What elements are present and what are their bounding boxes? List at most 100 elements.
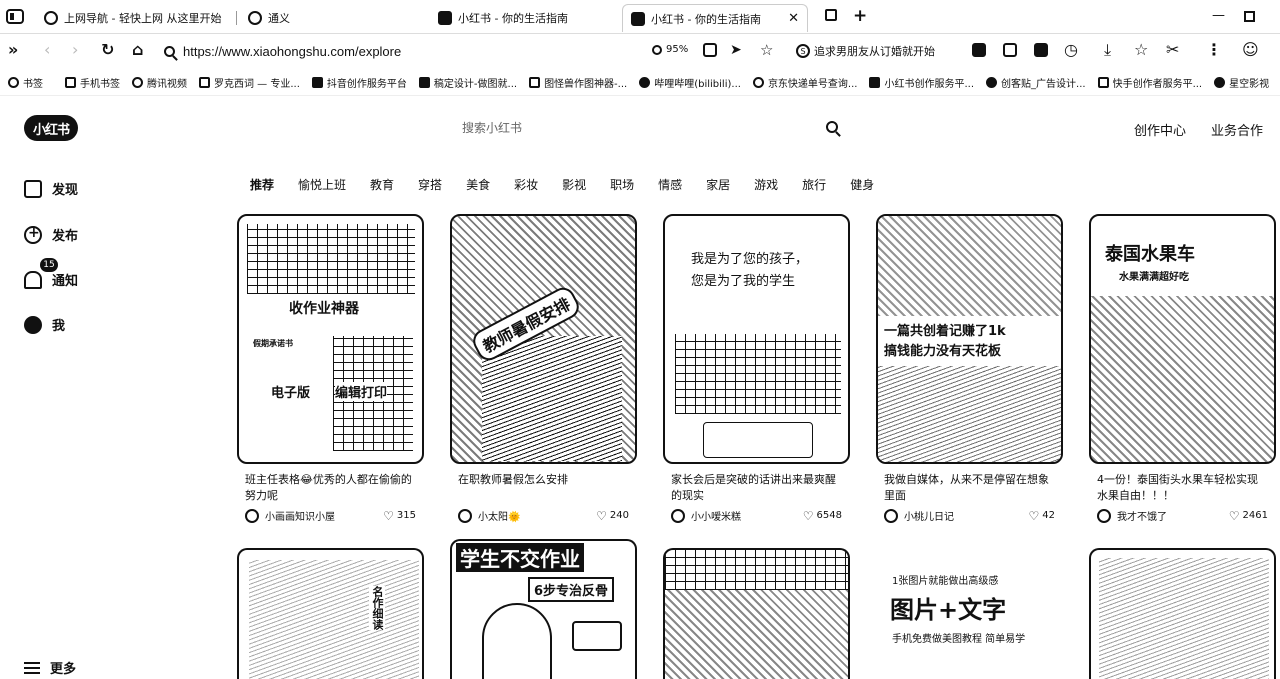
like-heart-icon[interactable]: ♡ [1229,509,1240,523]
search-input[interactable] [450,121,810,135]
new-tab-icon[interactable]: + [853,6,867,26]
extension-icon[interactable] [972,43,986,57]
note-card[interactable] [1089,548,1276,679]
note-card[interactable]: 收作业神器 假期承诺书 电子版 编辑打印 班主任表格😂优秀的人都在偷偷的努力呢 … [237,214,424,523]
favorite-star-icon[interactable]: ☆ [760,40,773,60]
bookmark-item[interactable]: 书签 [8,75,43,90]
channel-tab[interactable]: 美食 [466,176,490,193]
url-field[interactable]: https://www.xiaohongshu.com/explore [158,39,628,63]
bookmark-item[interactable]: 抖音创作服务平台 [311,75,407,90]
note-title[interactable]: 家长会后是突破的话讲出来最爽醒的现实 [663,472,850,504]
note-card[interactable]: 学生不交作业 6步专治反骨 [450,539,637,679]
note-cover-image[interactable] [663,548,850,679]
channel-tab[interactable]: 教育 [370,176,394,193]
note-cover-image[interactable]: 学生不交作业 6步专治反骨 [450,539,637,679]
download-icon[interactable]: ⤓ [1104,40,1111,60]
profile-sync-icon[interactable]: ☺ [1242,40,1259,60]
channel-tab[interactable]: 情感 [658,176,682,193]
note-card[interactable]: 我是为了您的孩子， 您是为了我的学生 家长会后是突破的话讲出来最爽醒的现实 小小… [663,214,850,523]
window-menu-icon[interactable] [6,9,24,24]
note-card[interactable]: 一篇共创着记赚了1k 搞钱能力没有天花板 我做自媒体，从来不是停留在想象里面 小… [876,214,1063,523]
note-cover-image[interactable]: 收作业神器 假期承诺书 电子版 编辑打印 [237,214,424,464]
note-cover-image[interactable]: 1张图片就能做出高级感 图片+文字 手机免费做美图教程 简单易学 [876,548,1063,679]
share-icon[interactable]: ➤ [730,40,742,60]
bookmark-item[interactable]: 哔哩哔哩(bilibili)... [639,75,741,90]
browser-tab-active[interactable]: 小红书 - 你的生活指南 ✕ [622,4,808,32]
close-tab-icon[interactable]: ✕ [788,11,799,26]
author-avatar[interactable] [245,508,259,523]
reload-icon[interactable]: ↻ [101,40,114,60]
like-heart-icon[interactable]: ♡ [383,509,394,523]
minimize-icon[interactable]: — [1212,8,1225,23]
note-title[interactable]: 我做自媒体，从来不是停留在想象里面 [876,472,1063,504]
history-icon[interactable]: ◷ [1064,40,1078,60]
bookmark-item[interactable]: 创客贴_广告设计... [986,75,1086,90]
bookmark-item[interactable]: 星空影视 [1214,75,1269,90]
translate-icon[interactable] [1003,43,1017,57]
bookmark-item[interactable]: 京东快递单号查询... [752,75,857,90]
author-name[interactable]: 小小嗳米糕 [691,508,803,523]
site-search-bar[interactable] [450,114,850,142]
bookmark-item[interactable]: 手机书签 [65,75,120,90]
site-logo[interactable]: 小红书 [24,115,78,141]
tools-icon[interactable]: ✂ [1166,40,1179,60]
note-card[interactable]: 名作细读 [237,548,424,679]
author-avatar[interactable] [458,508,472,523]
author-avatar[interactable] [1097,508,1111,523]
browser-tab[interactable]: 小红书 - 你的生活指南 [430,4,620,32]
browser-tab[interactable]: 上网导航 - 轻快上网 从这里开始 [36,4,236,32]
note-card[interactable]: 泰国水果车 水果满满超好吃 4一份！泰国街头水果车轻松实现水果自由！！！ 我才不… [1089,214,1276,523]
like-heart-icon[interactable]: ♡ [596,509,607,523]
sidebar-item-publish[interactable]: 发布 [24,225,78,244]
menu-more-icon[interactable]: ⋮ [1206,40,1222,60]
bookmark-star-icon[interactable]: ☆ [1134,40,1148,60]
business-link[interactable]: 业务合作 [1211,120,1263,139]
tab-extension-icon[interactable] [825,9,837,21]
channel-tab[interactable]: 彩妆 [514,176,538,193]
sidebar-item-explore[interactable]: 发现 [24,179,78,198]
note-title[interactable]: 班主任表格😂优秀的人都在偷偷的努力呢 [237,472,424,504]
sidebar-more[interactable]: 更多 [24,658,76,677]
channel-tab[interactable]: 愉悦上班 [298,176,346,193]
note-cover-image[interactable]: 一篇共创着记赚了1k 搞钱能力没有天花板 [876,214,1063,464]
trending-search[interactable]: S 追求男朋友从订婚就开始 [796,43,935,59]
like-heart-icon[interactable]: ♡ [803,509,814,523]
creator-center-link[interactable]: 创作中心 [1134,120,1186,139]
note-card[interactable]: 教师暑假安排 在职教师暑假怎么安排 小太阳🌞 ♡ 240 [450,214,637,523]
note-card[interactable]: 1张图片就能做出高级感 图片+文字 手机免费做美图教程 简单易学 [876,548,1063,679]
restore-window-icon[interactable] [1244,11,1255,22]
note-card[interactable] [663,548,850,679]
channel-tab[interactable]: 健身 [850,176,874,193]
zoom-indicator[interactable]: 95% [652,44,688,55]
note-cover-image[interactable]: 教师暑假安排 [450,214,637,464]
note-cover-image[interactable]: 我是为了您的孩子， 您是为了我的学生 [663,214,850,464]
channel-tab[interactable]: 职场 [610,176,634,193]
note-title[interactable]: 在职教师暑假怎么安排 [450,472,637,504]
channel-tab[interactable]: 穿搭 [418,176,442,193]
note-title[interactable]: 4一份！泰国街头水果车轻松实现水果自由！！！ [1089,472,1276,504]
sidebar-item-notifications[interactable]: 通知 [24,270,78,289]
note-cover-image[interactable] [1089,548,1276,679]
home-icon[interactable]: ⌂ [132,40,143,60]
author-name[interactable]: 我才不饿了 [1117,508,1229,523]
bookmark-item[interactable]: 小红书创作服务平... [869,75,974,90]
sidebar-item-me[interactable]: 我 [24,315,65,334]
channel-tab[interactable]: 游戏 [754,176,778,193]
bookmark-item[interactable]: 图怪兽作图神器-... [529,75,627,90]
bookmark-item[interactable]: 腾讯视频 [132,75,187,90]
like-heart-icon[interactable]: ♡ [1029,509,1040,523]
back-icon[interactable]: ‹ [44,40,50,60]
note-cover-image[interactable]: 泰国水果车 水果满满超好吃 [1089,214,1276,464]
sidebar-toggle-icon[interactable]: » [8,40,18,60]
author-name[interactable]: 小太阳🌞 [478,508,596,523]
reader-mode-icon[interactable] [703,43,717,57]
channel-tab[interactable]: 影视 [562,176,586,193]
author-name[interactable]: 小桃儿日记 [904,508,1029,523]
author-avatar[interactable] [671,508,685,523]
search-icon[interactable] [826,121,838,133]
channel-tab[interactable]: 旅行 [802,176,826,193]
channel-tab-recommend[interactable]: 推荐 [250,176,274,193]
bookmark-item[interactable]: 罗克西词 — 专业... [199,75,300,90]
author-avatar[interactable] [884,508,898,523]
channel-tab[interactable]: 家居 [706,176,730,193]
